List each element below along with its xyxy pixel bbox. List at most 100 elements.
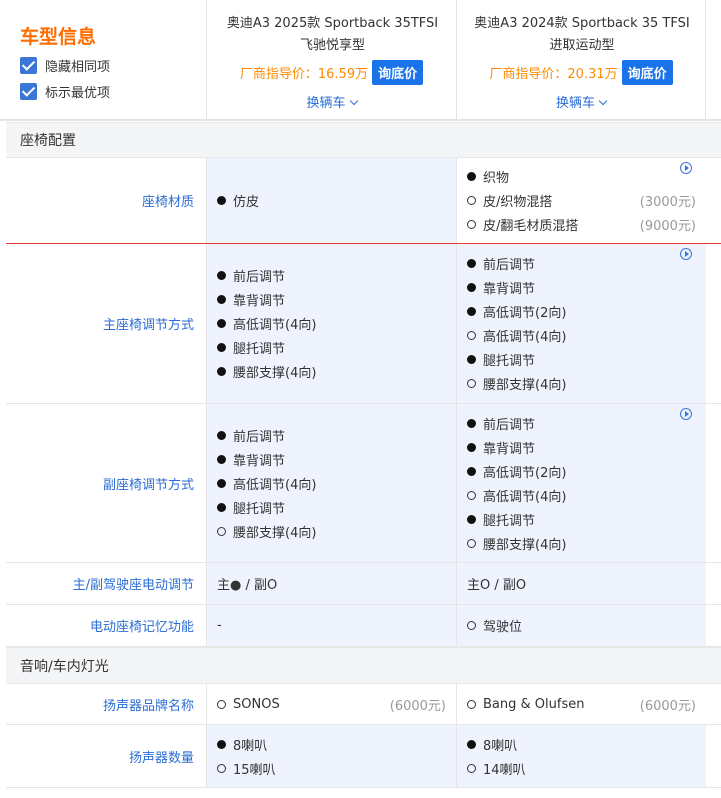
mark-best-checkbox[interactable]: 标示最优项 <box>20 82 110 101</box>
standard-dot-icon <box>467 739 476 749</box>
standard-dot-icon <box>467 259 476 268</box>
cell-car2: 主O / 副O <box>456 563 706 604</box>
mark-best-label: 标示最优项 <box>45 86 111 101</box>
standard-dot-icon <box>217 295 226 304</box>
cell-text: - <box>217 618 222 633</box>
cell-car1: 前后调节 靠背调节 高低调节(4向) 腿托调节 腰部支撑(4向) <box>206 244 456 403</box>
row-label[interactable]: 副座椅调节方式 <box>6 404 206 562</box>
option-item: 腰部支撑(4向) <box>217 360 446 384</box>
option-text: 前后调节 <box>483 258 536 273</box>
row-label[interactable]: 座椅材质 <box>6 158 206 243</box>
option-item: 高低调节(2向) <box>467 300 696 324</box>
hide-same-checkbox[interactable]: 隐藏相同项 <box>20 56 110 75</box>
row-label[interactable]: 主座椅调节方式 <box>6 244 206 403</box>
option-text: 皮/织物混搭 <box>483 195 553 210</box>
standard-dot-icon <box>217 319 226 328</box>
chevron-down-icon <box>598 96 608 106</box>
option-text: 高低调节(4向) <box>233 477 317 493</box>
option-price: (9000元) <box>639 219 696 234</box>
option-item: 仿皮 <box>217 189 446 213</box>
standard-dot-icon <box>467 466 476 476</box>
optional-circle-icon <box>467 699 476 709</box>
standard-dot-icon <box>467 307 476 316</box>
standard-dot-icon <box>467 418 476 428</box>
option-text: 高低调节(4向) <box>483 330 567 345</box>
option-item: 腿托调节 <box>467 507 696 531</box>
row-main-seat-adjust: 主座椅调节方式 前后调节 靠背调节 高低调节(4向) 腿托调节 腰部支撑(4向) 前后调… <box>6 244 721 404</box>
section-title: 座椅配置 <box>20 133 76 149</box>
option-item: 驾驶位 <box>467 614 696 638</box>
optional-circle-icon <box>467 196 476 205</box>
cell-car1: - <box>206 605 456 646</box>
checkbox-checked-icon[interactable] <box>20 83 37 100</box>
option-item: 高低调节(2向) <box>467 459 696 483</box>
option-text: 14喇叭 <box>483 762 526 778</box>
option-item: 靠背调节 <box>217 288 446 312</box>
car-column-1: 奥迪A3 2025款 Sportback 35TFSI 飞驰悦享型 厂商指导价：… <box>206 0 456 121</box>
option-item: Bang & Olufsen (6000元) <box>467 692 696 716</box>
cell-car1: SONOS (6000元) <box>206 684 456 724</box>
option-text: 腰部支撑(4向) <box>483 537 567 553</box>
cell-car2: Bang & Olufsen (6000元) <box>456 684 706 724</box>
option-item: 14喇叭 <box>467 756 696 780</box>
compare-header: 车型信息 隐藏相同项 标示最优项 奥迪A3 2025款 Sportback 35… <box>0 0 721 121</box>
option-text: Bang & Olufsen <box>483 696 585 712</box>
option-item: 皮/织物混搭 (3000元) <box>467 189 696 213</box>
option-text: 仿皮 <box>233 195 260 210</box>
optional-circle-icon <box>467 490 476 500</box>
car-column-2: 奥迪A3 2024款 Sportback 35 TFSI 进取运动型 厂商指导价… <box>456 0 706 121</box>
row-label[interactable]: 电动座椅记忆功能 <box>6 605 206 646</box>
optional-circle-icon <box>467 621 476 630</box>
cell-car2: 8喇叭 14喇叭 <box>456 725 706 787</box>
cell-car1: 仿皮 <box>206 158 456 243</box>
option-price: (6000元) <box>639 698 696 714</box>
row-speaker-brand: 扬声器品牌名称 SONOS (6000元) Bang & Olufsen (6000… <box>6 684 721 725</box>
page-title: 车型信息 <box>20 26 97 48</box>
hide-same-label: 隐藏相同项 <box>45 60 111 75</box>
option-text: 织物 <box>483 171 510 186</box>
option-text: 腿托调节 <box>233 501 286 517</box>
standard-dot-icon <box>217 430 226 440</box>
standard-dot-icon <box>467 283 476 292</box>
checkbox-checked-icon[interactable] <box>20 57 37 74</box>
optional-circle-icon <box>467 220 476 229</box>
option-item: 15喇叭 <box>217 756 446 780</box>
option-text: 8喇叭 <box>483 738 518 754</box>
standard-dot-icon <box>217 478 226 488</box>
optional-circle-icon <box>467 379 476 388</box>
car-name: 奥迪A3 2025款 Sportback 35TFSI 飞驰悦享型 <box>226 16 439 53</box>
standard-dot-icon <box>467 442 476 452</box>
option-text: 靠背调节 <box>483 441 536 457</box>
optional-circle-icon <box>217 699 226 709</box>
option-text: 前后调节 <box>233 270 286 285</box>
option-item: 前后调节 <box>217 264 446 288</box>
standard-dot-icon <box>217 343 226 352</box>
optional-circle-icon <box>467 538 476 548</box>
option-text: 8喇叭 <box>233 738 268 754</box>
section-title: 音响/车内灯光 <box>20 658 109 675</box>
option-text: 腰部支撑(4向) <box>483 378 567 393</box>
option-item: 8喇叭 <box>217 732 446 756</box>
standard-dot-icon <box>467 172 476 181</box>
option-item: 织物 <box>467 165 696 189</box>
cell-car1: 前后调节 靠背调节 高低调节(4向) 腿托调节 腰部支撑(4向) <box>206 404 456 562</box>
switch-car-link[interactable]: 换辆车 <box>207 92 456 111</box>
inquiry-price-button[interactable]: 询底价 <box>621 60 673 85</box>
row-label[interactable]: 主/副驾驶座电动调节 <box>6 563 206 604</box>
option-text: 腿托调节 <box>483 513 536 529</box>
cell-car2: 织物 皮/织物混搭 (3000元) 皮/翻毛材质混搭 (9000元) <box>456 158 706 243</box>
car-name: 奥迪A3 2024款 Sportback 35 TFSI 进取运动型 <box>474 16 690 53</box>
optional-circle-icon <box>467 763 476 773</box>
switch-car-link[interactable]: 换辆车 <box>457 92 705 111</box>
section-header-seat: 座椅配置 <box>6 122 721 158</box>
row-power-seat: 主/副驾驶座电动调节 主● / 副O 主O / 副O <box>6 563 721 605</box>
row-label[interactable]: 扬声器品牌名称 <box>6 684 206 724</box>
option-text: 高低调节(4向) <box>233 318 317 333</box>
option-item: 靠背调节 <box>467 435 696 459</box>
standard-dot-icon <box>467 355 476 364</box>
option-item: 高低调节(4向) <box>467 483 696 507</box>
option-text: 腿托调节 <box>483 354 536 369</box>
option-price: (6000元) <box>389 698 446 714</box>
row-label[interactable]: 扬声器数量 <box>6 725 206 787</box>
inquiry-price-button[interactable]: 询底价 <box>372 60 424 85</box>
